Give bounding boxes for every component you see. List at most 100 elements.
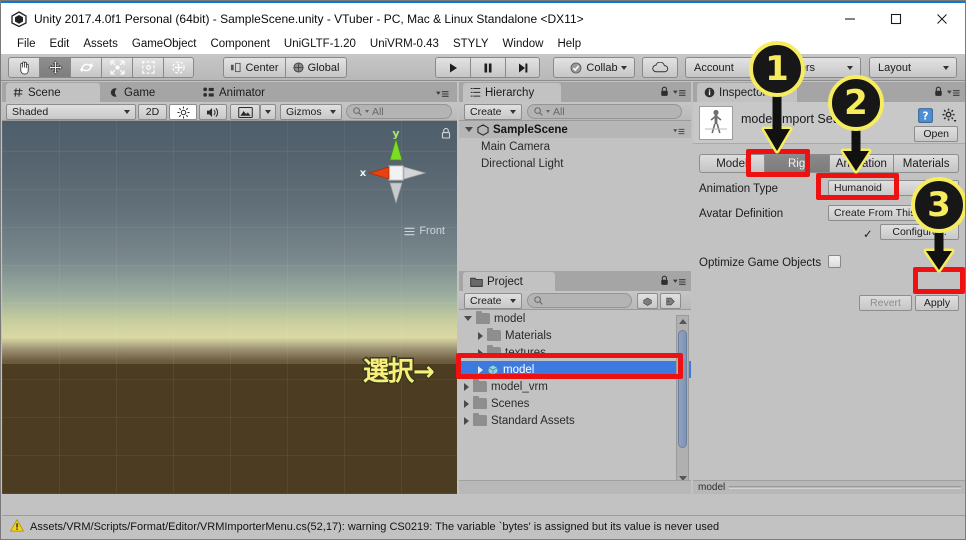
expand-triangle-icon[interactable]: [478, 331, 483, 340]
hierarchy-create-button[interactable]: Create: [464, 104, 522, 120]
status-bar[interactable]: Assets/VRM/Scripts/Format/Editor/VRMImpo…: [2, 515, 965, 538]
hierarchy-row-directional-light[interactable]: Directional Light: [459, 155, 691, 172]
maximize-button[interactable]: [873, 3, 919, 34]
hierarchy-search-placeholder: All: [553, 105, 565, 118]
scene-toolbar: Shaded 2D Gizmos All: [2, 102, 457, 121]
transform-tool-button[interactable]: [163, 57, 194, 78]
hierarchy-lock-icon[interactable]: [660, 86, 669, 100]
project-scrollbar-thumb[interactable]: [678, 330, 687, 448]
project-filter-label-button[interactable]: [660, 293, 681, 309]
project-create-button[interactable]: Create: [464, 293, 522, 309]
pivot-mode-button[interactable]: Center: [223, 57, 285, 78]
tab-hierarchy[interactable]: Hierarchy: [463, 83, 561, 102]
tab-model[interactable]: Model: [699, 154, 765, 173]
expand-triangle-icon[interactable]: [464, 316, 472, 321]
rect-tool-button[interactable]: [132, 57, 163, 78]
hierarchy-row-main-camera[interactable]: Main Camera: [459, 138, 691, 155]
menu-styly[interactable]: STYLY: [446, 36, 496, 52]
inspector-lock-icon[interactable]: [934, 86, 943, 100]
pause-button[interactable]: [470, 57, 505, 78]
project-row-model-folder[interactable]: model: [459, 310, 691, 327]
move-tool-button[interactable]: [39, 57, 70, 78]
scroll-up-arrow-icon[interactable]: [679, 319, 687, 324]
animation-type-label: Animation Type: [699, 182, 779, 195]
hierarchy-row-scene[interactable]: SampleScene: [459, 121, 691, 138]
tab-materials[interactable]: Materials: [894, 154, 959, 173]
help-book-icon[interactable]: ?: [918, 108, 933, 126]
project-scrollbar[interactable]: [676, 315, 689, 485]
project-row-scenes[interactable]: Scenes: [459, 395, 691, 412]
scene-viewport[interactable]: y x Front: [2, 121, 457, 494]
project-search-input[interactable]: [527, 293, 632, 308]
toggle-2d-button[interactable]: 2D: [138, 104, 167, 120]
menu-file[interactable]: File: [10, 36, 43, 52]
play-button[interactable]: [435, 57, 470, 78]
hierarchy-item-label: Directional Light: [481, 157, 564, 170]
hierarchy-tabbar: Hierarchy: [459, 82, 691, 102]
project-row-standard-assets[interactable]: Standard Assets: [459, 412, 691, 429]
scene-panel-menu-icon[interactable]: [436, 89, 449, 101]
scene-view-orientation[interactable]: Front: [404, 225, 445, 237]
menu-help[interactable]: Help: [550, 36, 588, 52]
hierarchy-panel-menu-icon[interactable]: [673, 88, 686, 100]
asset-thumbnail: [699, 106, 733, 140]
menu-gameobject[interactable]: GameObject: [125, 36, 204, 52]
minimize-button[interactable]: [827, 3, 873, 34]
menu-univrm[interactable]: UniVRM-0.43: [363, 36, 446, 52]
apply-button[interactable]: Apply: [915, 295, 959, 311]
preset-gear-icon[interactable]: [942, 108, 957, 126]
hand-tool-button[interactable]: [8, 57, 39, 78]
menu-component[interactable]: Component: [203, 36, 276, 52]
tab-scene[interactable]: Scene: [6, 83, 100, 102]
project-row-materials[interactable]: Materials: [459, 327, 691, 344]
inspector-import-tabs: Model Rig Animation Materials: [699, 154, 959, 173]
close-button[interactable]: [919, 3, 965, 34]
tab-animation[interactable]: Animation: [829, 154, 895, 173]
fx-dropdown-button[interactable]: [260, 104, 276, 120]
audio-toggle-button[interactable]: [199, 104, 227, 120]
cloud-button[interactable]: [642, 57, 678, 78]
tab-rig[interactable]: Rig: [764, 154, 830, 173]
expand-triangle-icon[interactable]: [464, 416, 469, 425]
menu-bar: File Edit Assets GameObject Component Un…: [1, 34, 965, 54]
lighting-toggle-button[interactable]: [169, 104, 197, 120]
menu-edit[interactable]: Edit: [43, 36, 77, 52]
hierarchy-search-input[interactable]: All: [527, 104, 682, 119]
scene-panel: Scene Game Animator Shaded 2D Gizmos All…: [2, 82, 457, 494]
project-panel-menu-icon[interactable]: [673, 277, 686, 289]
tab-animator[interactable]: Animator: [196, 83, 304, 102]
scene-context-menu-icon[interactable]: [673, 126, 685, 138]
rotate-tool-button[interactable]: [70, 57, 101, 78]
pivot-rotation-button[interactable]: Global: [285, 57, 347, 78]
project-filter-type-button[interactable]: [637, 293, 658, 309]
project-row-textures[interactable]: textures: [459, 344, 691, 361]
project-lock-icon[interactable]: [660, 275, 669, 289]
scene-search-input[interactable]: All: [346, 104, 452, 119]
menu-window[interactable]: Window: [496, 36, 551, 52]
gizmos-dropdown[interactable]: Gizmos: [280, 104, 342, 120]
inspector-panel-menu-icon[interactable]: [947, 88, 960, 100]
expand-triangle-icon[interactable]: [464, 399, 469, 408]
fx-toggle-button[interactable]: [230, 104, 260, 120]
step-button[interactable]: [505, 57, 540, 78]
scale-tool-button[interactable]: [101, 57, 132, 78]
scene-view-gizmo[interactable]: y x: [351, 127, 443, 222]
project-row-model-prefab[interactable]: model: [459, 361, 691, 378]
collab-button[interactable]: Collab: [553, 57, 635, 78]
revert-button[interactable]: Revert: [859, 295, 912, 311]
layout-button[interactable]: Layout: [869, 57, 957, 78]
optimize-game-objects-checkbox[interactable]: [828, 255, 841, 268]
tab-project[interactable]: Project: [463, 272, 555, 291]
tab-game[interactable]: Game: [102, 83, 194, 102]
sun-icon: [176, 105, 190, 119]
expand-triangle-icon[interactable]: [465, 127, 473, 132]
menu-uniglft[interactable]: UniGLTF-1.20: [277, 36, 363, 52]
draw-mode-dropdown[interactable]: Shaded: [6, 104, 136, 120]
expand-triangle-icon[interactable]: [478, 365, 483, 374]
status-message: Assets/VRM/Scripts/Format/Editor/VRMImpo…: [30, 521, 720, 533]
project-row-model-vrm[interactable]: model_vrm: [459, 378, 691, 395]
open-asset-button[interactable]: Open: [914, 126, 958, 142]
menu-assets[interactable]: Assets: [76, 36, 125, 52]
expand-triangle-icon[interactable]: [464, 382, 469, 391]
expand-triangle-icon[interactable]: [478, 348, 483, 357]
